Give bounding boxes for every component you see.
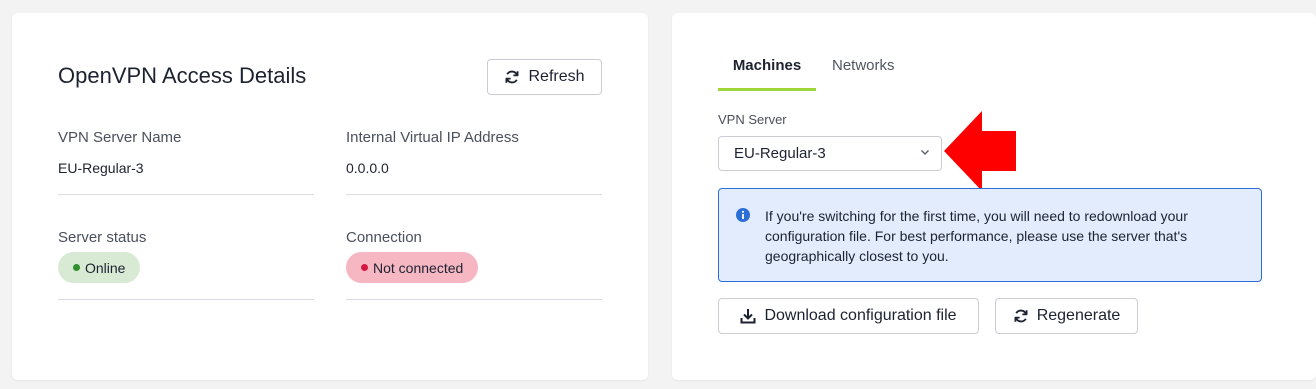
connection-status-value: Not connected — [373, 259, 464, 276]
tab-machines[interactable]: Machines — [718, 57, 816, 91]
download-config-button[interactable]: Download configuration file — [718, 298, 979, 334]
refresh-icon — [1013, 308, 1029, 324]
divider — [58, 194, 314, 195]
vpn-server-label: VPN Server — [718, 112, 787, 127]
info-alert: If you're switching for the first time, … — [718, 188, 1262, 282]
download-icon — [740, 308, 756, 324]
vpn-server-select[interactable]: EU-Regular-3 — [718, 136, 942, 171]
info-icon — [735, 207, 751, 228]
ip-address-value: 0.0.0.0 — [346, 160, 389, 176]
server-status-value: Online — [85, 259, 126, 276]
vpn-config-card: Machines Networks VPN Server EU-Regular-… — [672, 13, 1316, 380]
connection-status-badge: Not connected — [346, 252, 479, 283]
connection-label: Connection — [346, 229, 422, 246]
divider — [58, 299, 314, 300]
info-message: If you're switching for the first time, … — [765, 208, 1188, 264]
download-config-label: Download configuration file — [764, 307, 957, 324]
refresh-button[interactable]: Refresh — [487, 59, 602, 95]
tab-networks[interactable]: Networks — [832, 57, 895, 91]
regenerate-button[interactable]: Regenerate — [995, 298, 1138, 334]
server-status-badge: Online — [58, 252, 141, 283]
server-status-label: Server status — [58, 229, 147, 246]
vpn-server-selected-value: EU-Regular-3 — [734, 145, 826, 162]
card-title: OpenVPN Access Details — [58, 63, 307, 88]
regenerate-label: Regenerate — [1036, 307, 1121, 324]
divider — [346, 299, 602, 300]
red-arrow-left-icon — [942, 109, 1018, 198]
status-dot-icon — [73, 264, 80, 271]
ip-address-label: Internal Virtual IP Address — [346, 129, 519, 146]
refresh-icon — [504, 69, 520, 85]
chevron-down-icon — [919, 145, 931, 162]
server-name-label: VPN Server Name — [58, 129, 182, 146]
status-dot-icon — [361, 264, 368, 271]
divider — [346, 194, 602, 195]
server-name-value: EU-Regular-3 — [58, 160, 144, 176]
openvpn-access-card: OpenVPN Access Details Refresh VPN Serve… — [12, 13, 648, 380]
active-tab-indicator — [718, 88, 816, 91]
refresh-label: Refresh — [528, 68, 585, 85]
